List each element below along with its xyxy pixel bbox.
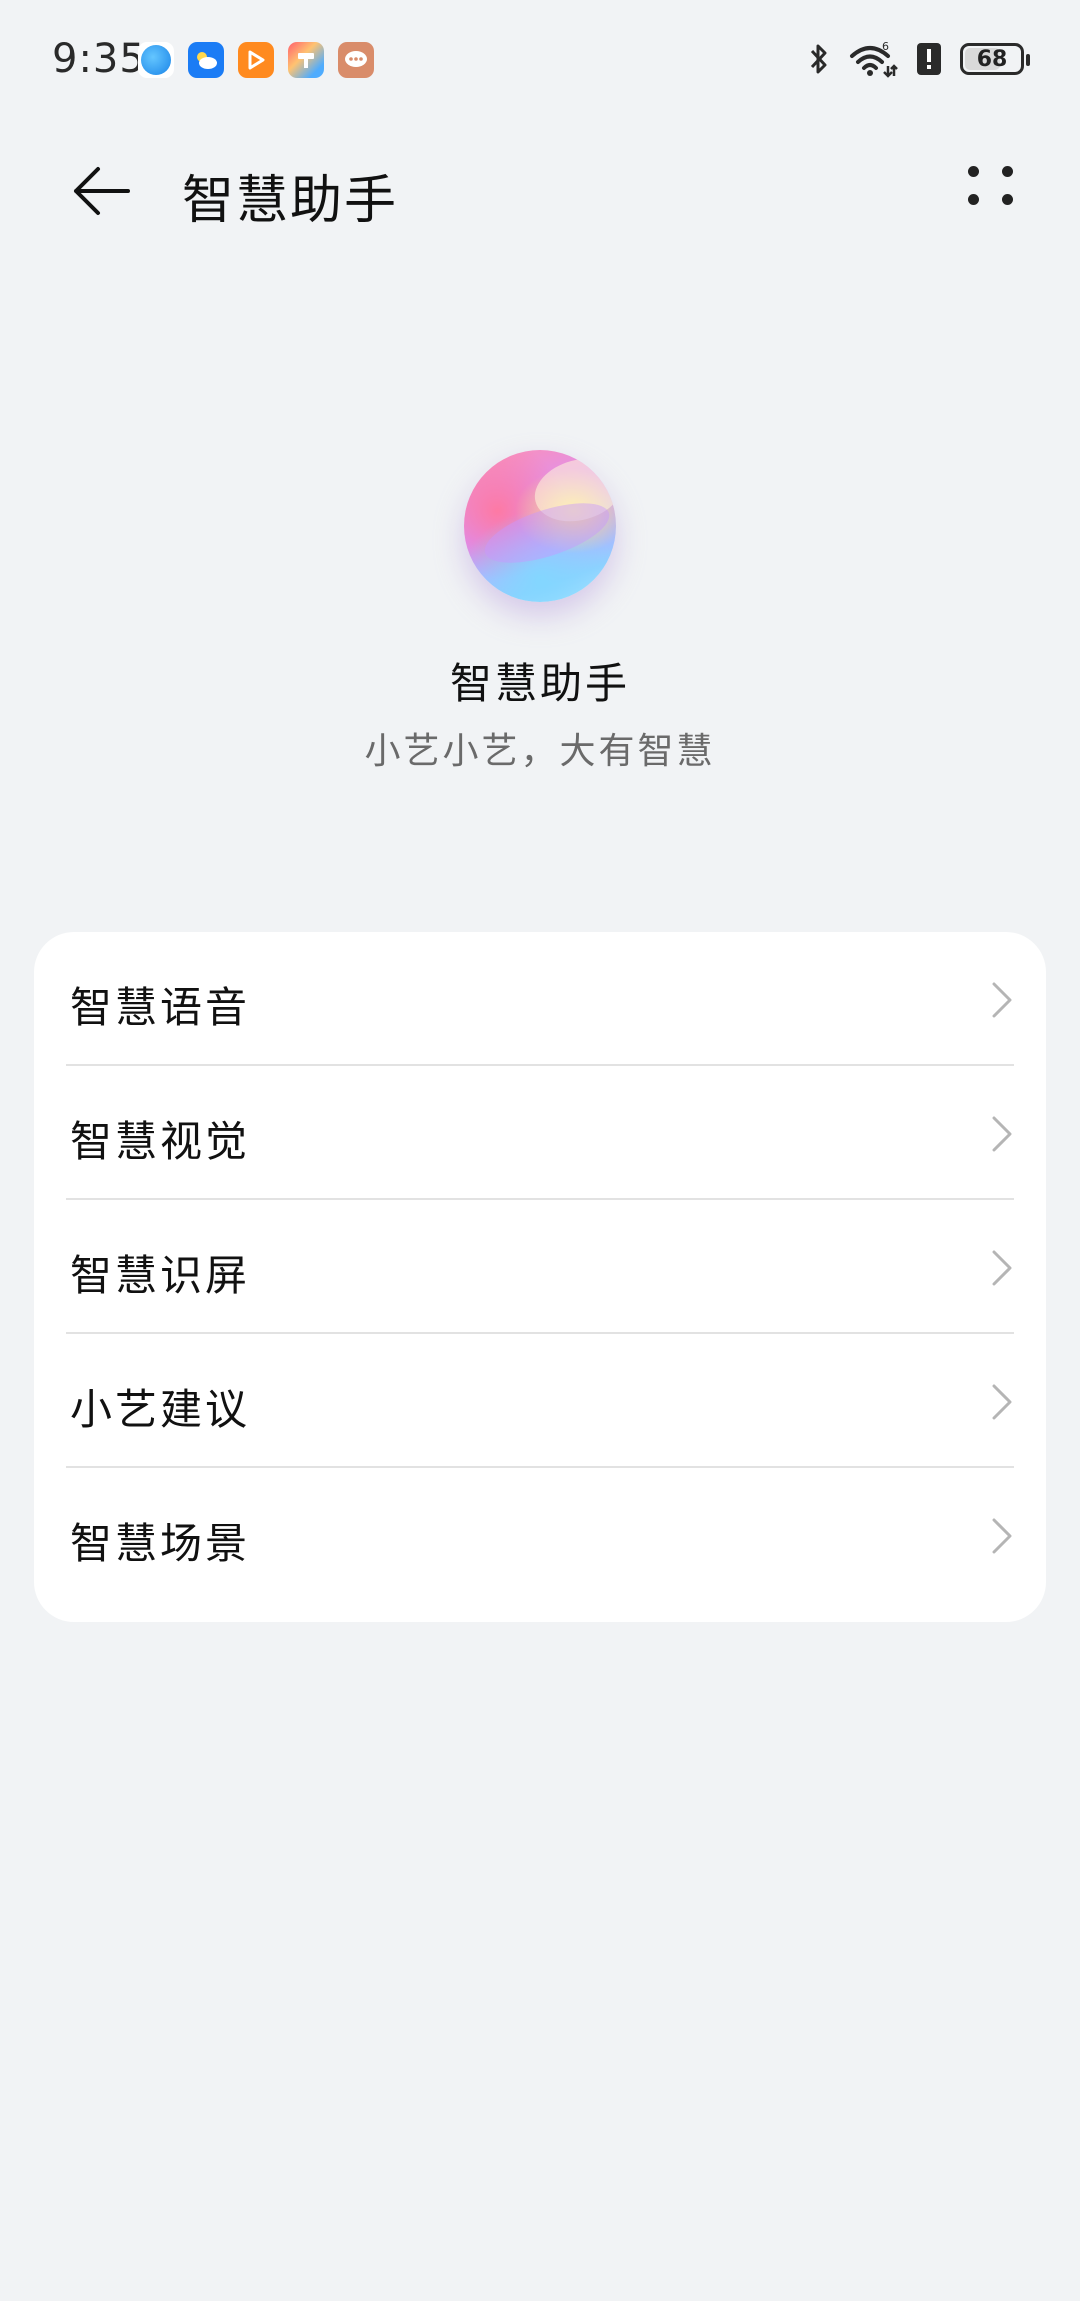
back-arrow-icon — [74, 167, 130, 215]
menu-item-label: 小艺建议 — [70, 1385, 251, 1434]
more-options-button[interactable] — [960, 158, 1030, 228]
messaging-icon — [338, 42, 374, 78]
system-icons: 6 68 — [808, 40, 1030, 78]
battery-icon: 68 — [960, 43, 1030, 75]
status-time: 9:35 — [52, 36, 146, 82]
wifi-badge-label: 6 — [882, 40, 889, 53]
menu-item-screen-recognition[interactable]: 智慧识屏 — [34, 1200, 1046, 1334]
title-bar: 智慧助手 — [0, 140, 1080, 240]
browser-icon — [138, 42, 174, 78]
menu-item-smart-vision[interactable]: 智慧视觉 — [34, 1066, 1046, 1200]
menu-item-smart-scenes[interactable]: 智慧场景 — [34, 1468, 1046, 1622]
more-dots-icon — [968, 166, 979, 177]
wifi-icon: 6 — [848, 40, 898, 78]
hero-title: 智慧助手 — [449, 659, 630, 708]
menu-item-label: 智慧视觉 — [70, 1117, 251, 1166]
settings-menu-card: 智慧语音 智慧视觉 智慧识屏 小艺建议 智慧场景 — [34, 932, 1046, 1622]
chevron-right-icon — [992, 1116, 1012, 1152]
chevron-right-icon — [992, 982, 1012, 1018]
chevron-right-icon — [992, 1518, 1012, 1554]
hero-subtitle: 小艺小艺，大有智慧 — [364, 731, 716, 772]
menu-item-label: 智慧语音 — [70, 983, 251, 1032]
assistant-logo-icon — [464, 450, 616, 602]
app-market-icon — [288, 42, 324, 78]
notification-icons — [138, 42, 374, 78]
video-icon — [238, 42, 274, 78]
weather-icon — [188, 42, 224, 78]
menu-item-smart-voice[interactable]: 智慧语音 — [34, 932, 1046, 1066]
alert-icon — [916, 42, 942, 76]
bluetooth-icon — [808, 41, 830, 77]
back-button[interactable] — [56, 156, 146, 226]
menu-item-label: 智慧识屏 — [70, 1251, 251, 1300]
chevron-right-icon — [992, 1384, 1012, 1420]
menu-item-label: 智慧场景 — [70, 1519, 251, 1568]
status-bar: 9:35 6 68 — [0, 0, 1080, 125]
menu-item-suggestions[interactable]: 小艺建议 — [34, 1334, 1046, 1468]
chevron-right-icon — [992, 1250, 1012, 1286]
battery-level: 68 — [976, 46, 1008, 72]
page-title: 智慧助手 — [182, 171, 399, 231]
